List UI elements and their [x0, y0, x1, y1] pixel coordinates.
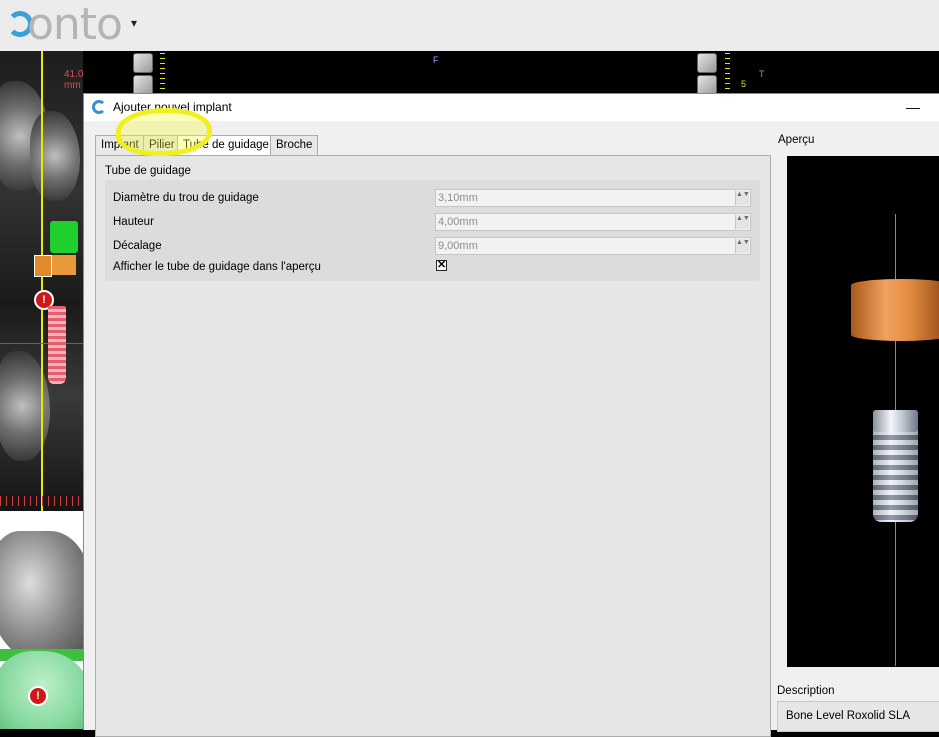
model-teeth [0, 531, 83, 661]
ct-implant-marker[interactable] [48, 306, 66, 384]
description-box: Bone Level Roxolid SLA [777, 701, 939, 732]
offset-label: Décalage [113, 240, 162, 252]
ct-guide-tube-marker [50, 255, 76, 275]
minimize-button[interactable]: — [898, 96, 928, 118]
height-value: 4,00mm [438, 216, 478, 228]
model-3d-viewer[interactable]: ! [0, 511, 83, 729]
diameter-value: 3,10mm [438, 192, 478, 204]
preview-label: Aperçu [778, 134, 815, 146]
tab-implant[interactable]: Implant [95, 135, 145, 156]
preview-implant-collar [873, 410, 918, 432]
ct-crosshair-horizontal[interactable] [0, 343, 83, 344]
diameter-row: Diamètre du trou de guidage 3,10mm ▲▼ [113, 189, 753, 209]
dialog-titlebar[interactable]: Ajouter nouvel implant — [84, 94, 939, 121]
guide-tube-group: Diamètre du trou de guidage 3,10mm ▲▼ Ha… [105, 180, 760, 281]
height-spinbox[interactable]: 4,00mm ▲▼ [435, 213, 751, 231]
vertical-ruler [725, 53, 730, 91]
diameter-spinbox[interactable]: 3,10mm ▲▼ [435, 189, 751, 207]
app-menu-dropdown-icon[interactable]: ▾ [131, 16, 137, 30]
ct-guide-tube-marker [34, 255, 52, 277]
view-toggle-icon[interactable] [133, 53, 153, 73]
app-logo-text: onto [27, 0, 123, 50]
ct-crosshair-vertical[interactable] [41, 51, 43, 511]
view-label-5: 5 [741, 79, 747, 89]
viewer-top-strip: F 5 T [83, 51, 939, 95]
show-in-preview-checkbox[interactable]: ✕ [436, 260, 447, 271]
height-label: Hauteur [113, 216, 154, 228]
vertical-ruler [160, 53, 165, 91]
description-label: Description [777, 685, 835, 697]
offset-row: Décalage 9,00mm ▲▼ [113, 237, 753, 257]
offset-spin-arrows-icon[interactable]: ▲▼ [735, 239, 750, 253]
show-in-preview-label: Afficher le tube de guidage dans l'aperç… [113, 261, 321, 273]
view-toggle-icon[interactable] [697, 53, 717, 73]
view-layout-icon[interactable] [133, 75, 153, 95]
app-header: onto ▾ [0, 0, 939, 51]
offset-value: 9,00mm [438, 240, 478, 252]
tab-pilier[interactable]: Pilier [143, 135, 181, 156]
tab-panel-guide-tube: Tube de guidage Diamètre du trou de guid… [95, 155, 771, 737]
view-label-t: T [759, 69, 765, 79]
view-layout-icon[interactable] [697, 75, 717, 95]
height-spin-arrows-icon[interactable]: ▲▼ [735, 215, 750, 229]
group-title: Tube de guidage [105, 165, 191, 177]
show-in-preview-row: Afficher le tube de guidage dans l'aperç… [113, 258, 753, 278]
diameter-label: Diamètre du trou de guidage [113, 192, 259, 204]
tab-broche[interactable]: Broche [270, 135, 319, 156]
diameter-spin-arrows-icon[interactable]: ▲▼ [735, 191, 750, 205]
ct-ruler [0, 496, 83, 506]
preview-guide-tube [851, 279, 939, 341]
view-label-f: F [433, 55, 439, 65]
app-icon [92, 100, 106, 114]
ct-abutment-marker [50, 221, 78, 253]
add-implant-dialog: Ajouter nouvel implant — Implant Pilier … [83, 93, 939, 737]
dialog-title: Ajouter nouvel implant [113, 100, 232, 114]
ct-slice-viewer[interactable]: 41.0 mm ! [0, 51, 83, 511]
ct-measurement-label: 41.0 mm [64, 69, 83, 91]
model-warning-icon[interactable]: ! [28, 686, 48, 706]
offset-spinbox[interactable]: 9,00mm ▲▼ [435, 237, 751, 255]
tab-tube-de-guidage[interactable]: Tube de guidage [177, 135, 275, 157]
ct-bone-region [30, 111, 80, 201]
height-row: Hauteur 4,00mm ▲▼ [113, 213, 753, 233]
description-value: Bone Level Roxolid SLA [786, 710, 911, 722]
preview-3d-canvas[interactable] [787, 156, 939, 667]
